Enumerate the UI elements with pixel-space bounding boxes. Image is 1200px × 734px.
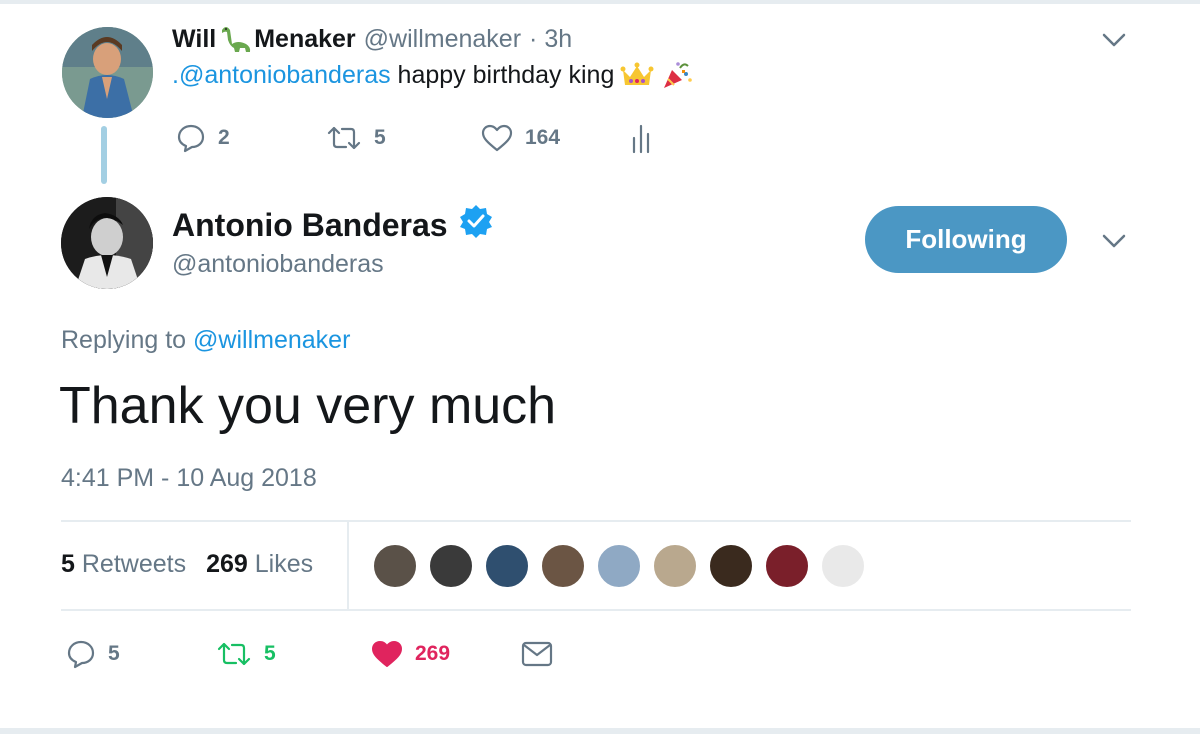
verified-badge-icon [458,203,494,247]
parent-retweet-count: 5 [374,126,386,149]
likes-stat-count: 269 [206,550,248,578]
reply-icon [177,124,205,153]
top-divider [0,0,1200,4]
avatar-willmenaker[interactable] [62,27,153,118]
main-chevron-down-icon[interactable] [1101,233,1127,249]
retweets-stat-count: 5 [61,550,75,578]
main-reply-count: 5 [108,642,120,665]
tweet-stats: 5 Retweets 269 Likes [61,550,313,579]
main-reply-action[interactable]: 5 [66,639,216,669]
liker-avatar[interactable] [540,543,586,589]
replying-to: Replying to @willmenaker [61,326,350,355]
main-author-name-row: Antonio Banderas [172,203,494,247]
likes-stat-label: Likes [254,550,314,578]
thread-connector [101,126,107,184]
parent-like-count: 164 [525,126,561,149]
main-tweet-text: Thank you very much [59,377,557,435]
parent-handle[interactable]: @willmenaker [364,25,521,54]
parent-name-last[interactable]: Menaker [254,25,355,54]
parent-text: happy birthday king [397,60,615,89]
main-tweet-timestamp[interactable]: 4:41 PM - 10 Aug 2018 [61,464,317,493]
liker-avatar[interactable] [708,543,754,589]
main-retweet-action[interactable]: 5 [216,640,371,668]
parent-chevron-down-icon[interactable] [1101,32,1127,48]
reply-icon [67,640,95,669]
main-author-name[interactable]: Antonio Banderas [172,207,448,244]
retweet-icon [327,126,361,150]
main-like-count: 269 [415,642,451,665]
parent-tweet-header: Will Menaker @willmenaker · 3h [172,24,572,54]
liker-avatar[interactable] [484,543,530,589]
parent-time[interactable]: · 3h [529,25,572,54]
main-like-action[interactable]: 269 [371,640,521,668]
likes-stat[interactable]: 269 Likes [206,550,313,579]
liker-avatars [372,543,866,589]
liker-avatar[interactable] [764,543,810,589]
parent-reply-action[interactable]: 2 [176,123,326,153]
bottom-divider [0,728,1200,734]
stats-bottom-divider [61,609,1131,611]
parent-action-bar: 2 5 164 [176,122,655,154]
main-retweet-count: 5 [264,642,276,665]
retweet-icon [217,642,251,666]
following-button[interactable]: Following [865,206,1067,273]
main-author-handle[interactable]: @antoniobanderas [172,250,384,279]
liker-avatar[interactable] [596,543,642,589]
avatar-antoniobanderas[interactable] [61,197,153,289]
heart-icon [481,124,513,152]
dinosaur-icon [218,24,252,54]
liker-avatar[interactable] [428,543,474,589]
main-dm-action[interactable] [521,641,553,667]
stats-top-divider [61,520,1131,522]
analytics-icon [632,124,650,154]
liker-avatar[interactable] [652,543,698,589]
liker-avatar[interactable] [820,543,866,589]
replying-handle-link[interactable]: @willmenaker [193,326,350,354]
stats-vertical-divider [347,522,349,609]
parent-reply-count: 2 [218,126,230,149]
envelope-icon [521,641,553,667]
parent-like-action[interactable]: 164 [481,124,631,152]
retweets-stat-label: Retweets [81,550,187,578]
replying-prefix: Replying to [61,326,187,354]
heart-filled-icon [372,641,402,667]
parent-tweet-text: .@antoniobanderas happy birthday king [172,60,694,90]
parent-mention[interactable]: .@antoniobanderas [172,61,391,90]
parent-retweet-action[interactable]: 5 [326,124,481,152]
party-popper-icon [660,60,694,90]
retweets-stat[interactable]: 5 Retweets [61,550,186,579]
main-action-bar: 5 5 269 [66,639,553,669]
crown-icon [620,60,654,90]
parent-analytics-action[interactable] [631,122,655,154]
parent-name-first[interactable]: Will [172,25,216,54]
liker-avatar[interactable] [372,543,418,589]
